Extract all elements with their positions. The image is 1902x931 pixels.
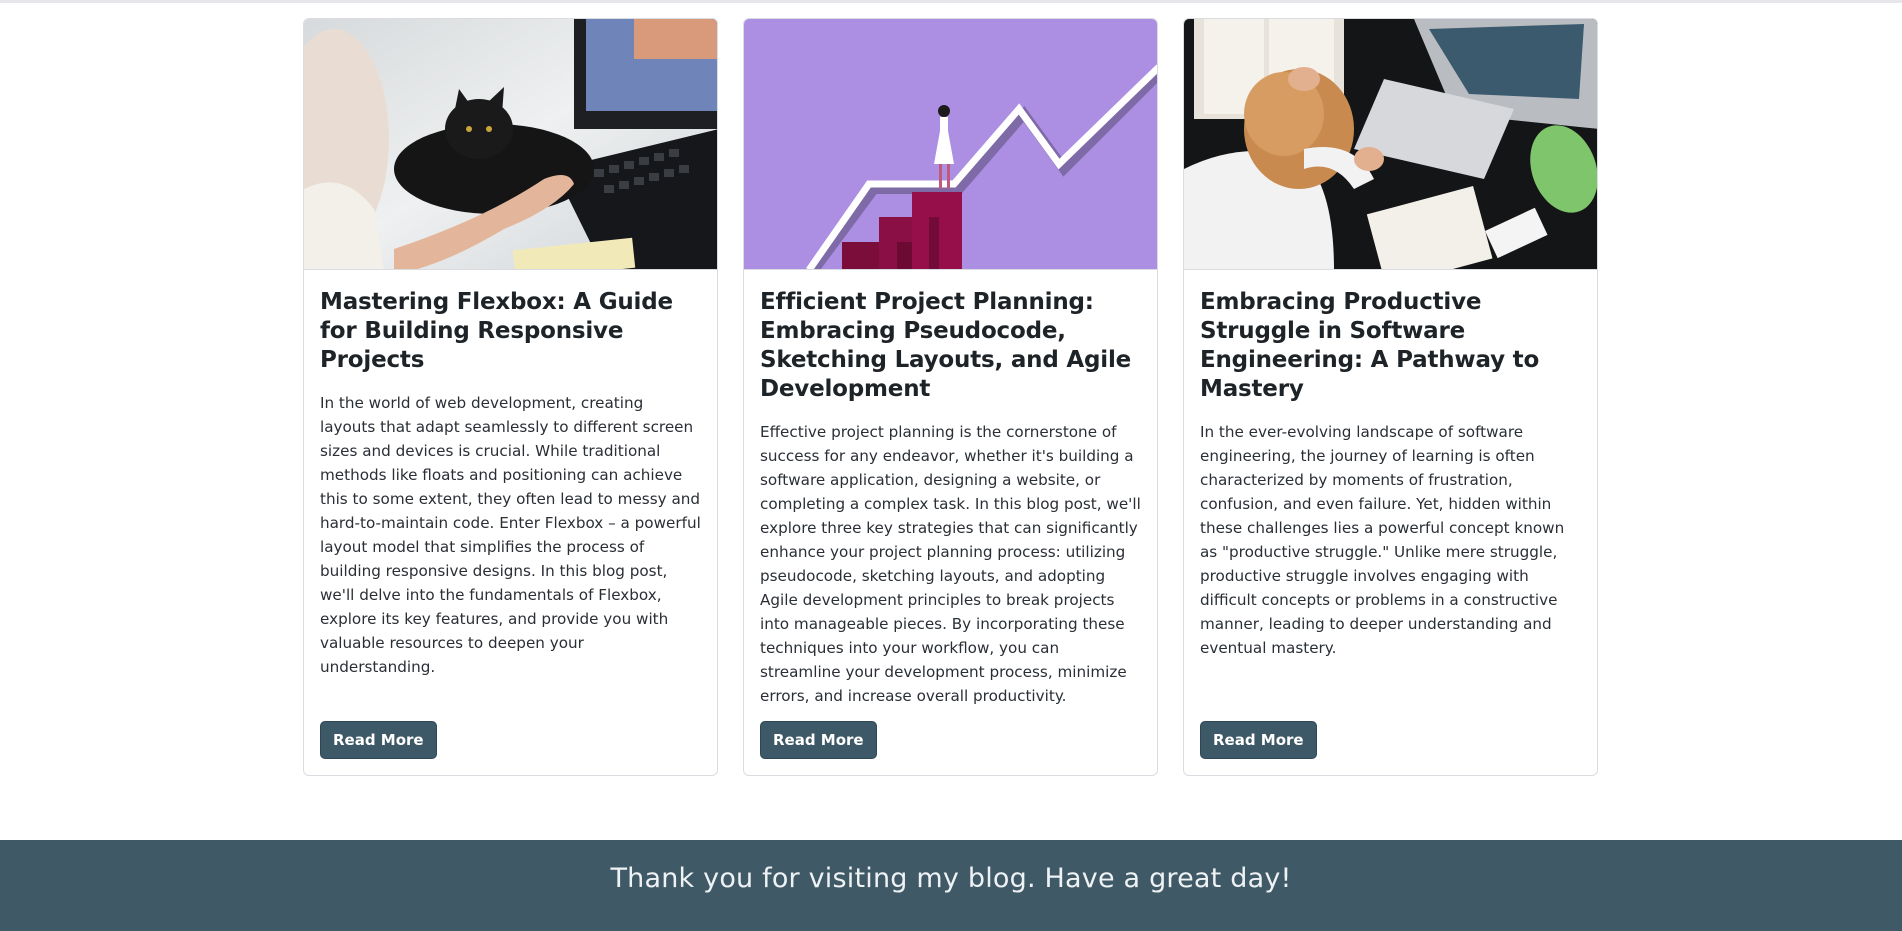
blog-card-grid: Mastering Flexbox: A Guide for Building … xyxy=(303,18,1599,776)
growth-chart-illustration-image xyxy=(744,19,1157,269)
card-image-cat-computer[interactable] xyxy=(304,19,717,270)
read-more-button[interactable]: Read More xyxy=(320,721,437,759)
card-image-stressed-person-desk[interactable] xyxy=(1184,19,1597,270)
site-footer: Thank you for visiting my blog. Have a g… xyxy=(0,840,1902,931)
read-more-button[interactable]: Read More xyxy=(1200,721,1317,759)
top-divider xyxy=(0,0,1902,3)
card-excerpt: Effective project planning is the corner… xyxy=(760,423,1141,705)
card-title: Efficient Project Planning: Embracing Ps… xyxy=(760,289,1132,402)
stressed-person-photo-image xyxy=(1184,19,1597,269)
cat-photo-image xyxy=(304,19,717,269)
footer-message: Thank you for visiting my blog. Have a g… xyxy=(610,863,1292,894)
blog-card: Efficient Project Planning: Embracing Ps… xyxy=(743,18,1158,776)
blog-card: Mastering Flexbox: A Guide for Building … xyxy=(303,18,718,776)
card-excerpt: In the ever-evolving landscape of softwa… xyxy=(1200,423,1565,657)
card-excerpt: In the world of web development, creatin… xyxy=(320,394,701,676)
read-more-button[interactable]: Read More xyxy=(760,721,877,759)
card-title: Embracing Productive Struggle in Softwar… xyxy=(1200,289,1540,402)
blog-card: Embracing Productive Struggle in Softwar… xyxy=(1183,18,1598,776)
card-image-growth-illustration[interactable] xyxy=(744,19,1157,270)
card-title: Mastering Flexbox: A Guide for Building … xyxy=(320,289,673,373)
